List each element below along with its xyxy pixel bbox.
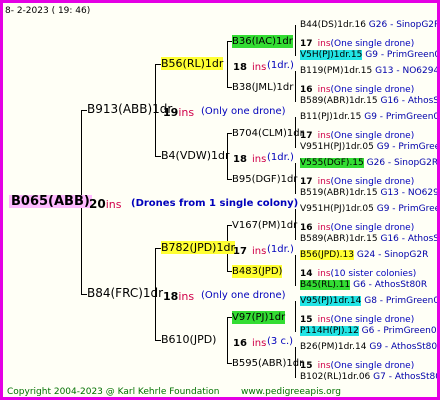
gen2-node-2-note: (1dr.) [267, 152, 294, 163]
gen1-sire[interactable]: B913(ABB)1dr [87, 103, 172, 116]
timestamp: 8- 2-2023 ( 19: 46) [5, 6, 91, 16]
gen4-node-4[interactable]: B589(ABR)1dr.15 G16 - AthosSt80R [300, 95, 437, 108]
gen2-node-2[interactable]: B4(VDW)1dr [161, 149, 230, 162]
gen1-dam[interactable]: B84(FRC)1dr [87, 287, 163, 300]
pedigree-frame: 8- 2-2023 ( 19: 46) B065(ABB) 20ins (Dro… [0, 0, 440, 400]
gen3-node-7[interactable]: V97(PJ)1dr [232, 311, 286, 324]
gen4-node-8[interactable]: B519(ABR)1dr.15 G13 - NO6294R [300, 187, 437, 200]
gen2-node-2-ins: 18 ins [233, 154, 267, 165]
gen2-node-3-note: (1dr.) [267, 244, 294, 255]
gen3-node-6[interactable]: B483(JPD) [232, 265, 283, 278]
gen1-sire-note: (Only one drone) [201, 106, 286, 117]
gen4-node-5[interactable]: B11(PJ)1dr.15 G9 - PrimGreen00 [300, 111, 437, 124]
gen1-dam-ins: 18ins [163, 290, 195, 303]
gen4-node-3[interactable]: B119(PM)1dr.15 G13 - NO6294R [300, 65, 437, 78]
gen2-node-1-note: (1dr.) [267, 60, 294, 71]
gen4-node-9[interactable]: V951H(PJ)1dr.05 G9 - PrimGreen00 [300, 203, 437, 216]
connector [295, 255, 296, 286]
gen3-node-4[interactable]: B95(DGF)1dr [232, 173, 297, 186]
connector [227, 317, 228, 364]
gen4-node-1[interactable]: B44(DS)1dr.16 G26 - SinopG2R [300, 19, 437, 32]
gen4-node-10[interactable]: B589(ABR)1dr.15 G16 - AthosSt80R [300, 233, 437, 246]
gen2-node-3-ins: 17 ins [233, 246, 267, 257]
gen3-node-3[interactable]: B704(CLM)1dr [232, 127, 304, 140]
connector [227, 41, 228, 88]
gen4-node-16[interactable]: B102(RL)1dr.06 G7 - AthosSt80R [300, 371, 437, 384]
root-ins-count: 20ins [89, 197, 122, 212]
gen1-dam-note: (Only one drone) [201, 290, 286, 301]
gen2-node-4[interactable]: B610(JPD) [161, 333, 216, 346]
footer-site-link[interactable]: www.pedigreeapis.org [241, 386, 341, 397]
footer-copyright: Copyright 2004-2023 @ Karl Kehrle Founda… [7, 387, 220, 397]
root-queen[interactable]: B065(ABB) [9, 195, 92, 208]
gen4-node-14[interactable]: P114H(PJ).12 G6 - PrimGreen00 [300, 325, 437, 338]
connector [295, 301, 296, 332]
gen4-node-13[interactable]: V95(PJ)1dr.14 G8 - PrimGreen00 [300, 295, 437, 308]
gen1-sire-ins: 19ins [163, 106, 195, 119]
gen2-node-3[interactable]: B782(JPD)1dr [161, 241, 235, 254]
gen3-node-2[interactable]: B38(JML)1dr [232, 81, 293, 94]
gen2-node-1[interactable]: B56(RL)1dr [161, 57, 224, 70]
gen4-node-7[interactable]: V555(DGF).15 G26 - SinopG2R [300, 157, 437, 170]
root-note: (Drones from 1 single colony) [131, 198, 299, 209]
gen2-node-4-ins: 16 ins [233, 338, 267, 349]
gen3-node-8[interactable]: B595(ABR)1dr [232, 357, 303, 370]
gen4-node-6[interactable]: V951H(PJ)1dr.05 G9 - PrimGreen00 [300, 141, 437, 154]
connector [295, 25, 296, 56]
connector [295, 71, 296, 102]
gen3-node-5[interactable]: V167(PM)1dr [232, 219, 297, 232]
gen2-node-4-note: (3 c.) [267, 336, 294, 347]
gen3-node-1[interactable]: B36(IAC)1dr [232, 35, 293, 48]
gen4-node-11[interactable]: B56(JPD).13 G24 - SinopG2R [300, 249, 428, 262]
gen4-node-12[interactable]: B45(RL).11 G6 - AthosSt80R [300, 279, 427, 292]
gen4-node-2[interactable]: V5H(PJ)1dr.15 G9 - PrimGreen00 [300, 49, 437, 62]
gen4-node-15[interactable]: B26(PM)1dr.14 G9 - AthosSt80R [300, 341, 437, 354]
gen2-node-1-ins: 18 ins [233, 62, 267, 73]
